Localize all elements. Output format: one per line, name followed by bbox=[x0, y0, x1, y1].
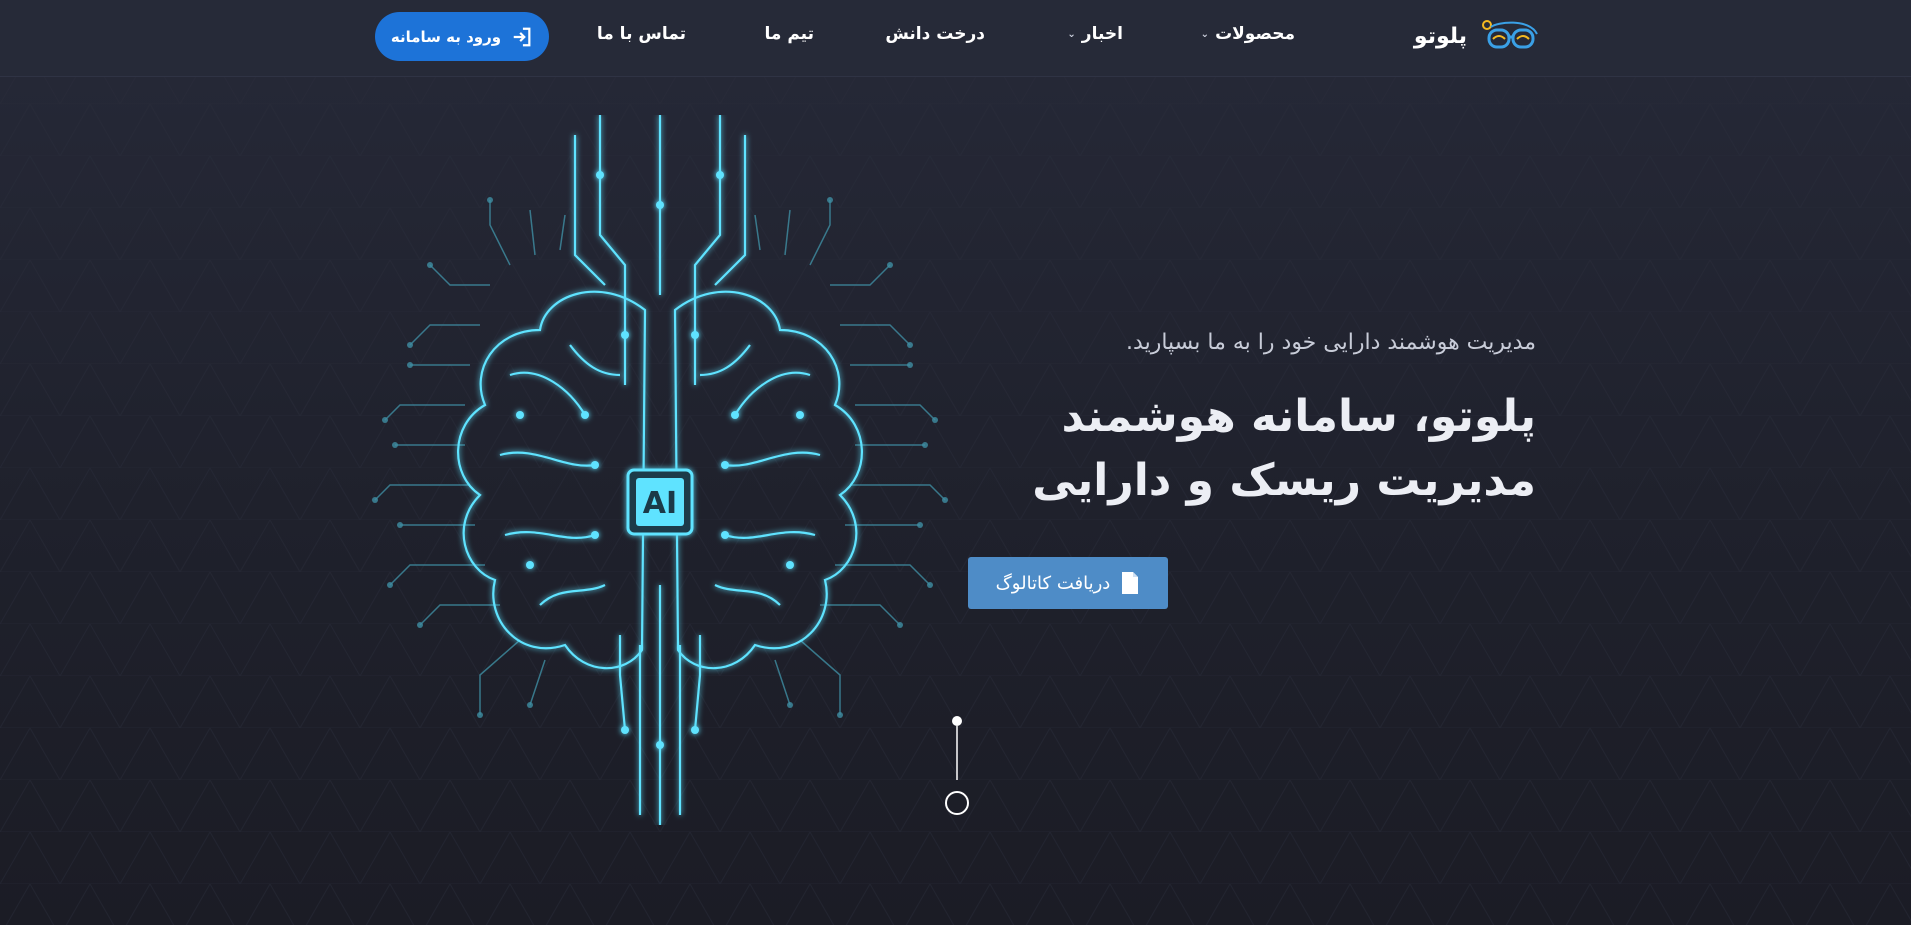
nav-item-label: محصولات bbox=[1215, 24, 1295, 44]
nav-item-label: تماس با ما bbox=[596, 24, 686, 44]
nav-item-label: اخبار bbox=[1081, 24, 1123, 44]
nav-item-label: درخت دانش bbox=[885, 24, 985, 44]
catalog-button-label: دریافت کاتالوگ bbox=[995, 572, 1111, 594]
login-button-label: ورود به سامانه bbox=[390, 27, 502, 46]
chevron-down-icon: ⌄ bbox=[1200, 28, 1210, 40]
hero-section: مدیریت هوشمند دارایی خود را به ما بسپاری… bbox=[936, 330, 1536, 513]
login-button[interactable]: ورود به سامانه bbox=[375, 12, 549, 61]
download-catalog-button[interactable]: دریافت کاتالوگ bbox=[968, 557, 1168, 609]
scroll-down-indicator-icon[interactable] bbox=[942, 712, 972, 818]
nav-item-news[interactable]: اخبار ⌄ bbox=[1067, 24, 1123, 44]
hero-title-line-1: پلوتو، سامانه هوشمند bbox=[1061, 391, 1536, 442]
nav-item-our-team[interactable]: تیم ما bbox=[765, 24, 814, 44]
glasses-logo-icon bbox=[1482, 20, 1538, 49]
nav-item-label: تیم ما bbox=[764, 24, 814, 44]
top-navbar: پلوتو محصولات ⌄ اخبار ⌄ درخت دانش تیم ما… bbox=[0, 0, 1911, 77]
sign-in-icon bbox=[513, 27, 531, 46]
nav-item-knowledge-tree[interactable]: درخت دانش bbox=[885, 24, 985, 44]
circuit-brain-icon: AI bbox=[372, 115, 948, 825]
brand-name: پلوتو bbox=[1413, 23, 1467, 49]
hero-title-line-2: مدیریت ریسک و دارایی bbox=[1032, 455, 1536, 506]
hero-subtitle: مدیریت هوشمند دارایی خود را به ما بسپاری… bbox=[1126, 330, 1536, 355]
nav-item-products[interactable]: محصولات ⌄ bbox=[1201, 24, 1295, 44]
ai-chip-label: AI bbox=[643, 486, 677, 521]
nav-item-contact[interactable]: تماس با ما bbox=[597, 24, 686, 44]
chevron-down-icon: ⌄ bbox=[1067, 28, 1076, 40]
hero-title: پلوتو، سامانه هوشمند مدیریت ریسک و دارای… bbox=[936, 385, 1536, 513]
file-icon bbox=[1122, 572, 1139, 594]
brand[interactable]: پلوتو bbox=[1414, 16, 1539, 56]
